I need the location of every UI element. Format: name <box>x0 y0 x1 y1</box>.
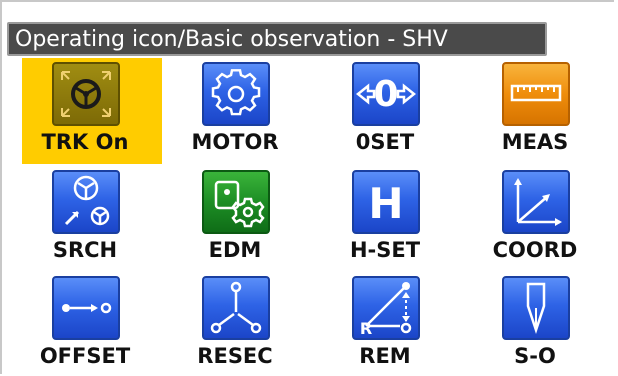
tile-resec[interactable]: RESEC <box>150 272 300 372</box>
h-glyph: H <box>368 179 403 228</box>
tile-label: RESEC <box>197 344 273 368</box>
offset-icon <box>52 276 120 340</box>
coordinate-axes-icon <box>502 170 570 234</box>
tile-label: REM <box>359 344 411 368</box>
screen-title: Operating icon/Basic observation - SHV <box>15 27 448 52</box>
svg-text:R: R <box>360 319 372 338</box>
tile-label: COORD <box>492 238 578 262</box>
tile-coord[interactable]: COORD <box>450 166 600 266</box>
rem-height-icon: R <box>352 276 420 340</box>
tile-label: SRCH <box>52 238 118 262</box>
title-bar: Operating icon/Basic observation - SHV <box>7 22 547 56</box>
tile-label: MOTOR <box>191 130 279 154</box>
tile-label: S-O <box>514 344 556 368</box>
edm-settings-icon <box>202 170 270 234</box>
tile-label: 0SET <box>355 130 415 154</box>
tile-trk-on[interactable]: TRK On <box>0 58 162 164</box>
tile-motor[interactable]: MOTOR <box>150 58 300 158</box>
tile-s-o[interactable]: S-O <box>450 272 600 372</box>
tile-meas[interactable]: MEAS <box>450 58 600 158</box>
tile-0set[interactable]: 0 0SET <box>300 58 450 158</box>
resection-icon <box>202 276 270 340</box>
tile-offset[interactable]: OFFSET <box>0 272 150 372</box>
search-target-icon <box>52 170 120 234</box>
tile-rem[interactable]: R REM <box>300 272 450 372</box>
tile-label: TRK On <box>41 130 129 154</box>
tile-label: MEAS <box>501 130 569 154</box>
tile-h-set[interactable]: H H-SET <box>300 166 450 266</box>
h-set-icon: H <box>352 170 420 234</box>
tile-edm[interactable]: EDM <box>150 166 300 266</box>
tile-label: EDM <box>208 238 262 262</box>
tile-label: H-SET <box>349 238 421 262</box>
tile-label: OFFSET <box>39 344 131 368</box>
zero-set-icon: 0 <box>352 62 420 126</box>
zero-glyph: 0 <box>373 74 398 115</box>
tile-srch[interactable]: SRCH <box>0 166 150 266</box>
ruler-icon <box>502 62 570 126</box>
stakeout-icon <box>502 276 570 340</box>
trk-on-icon <box>52 62 120 126</box>
gear-icon <box>202 62 270 126</box>
